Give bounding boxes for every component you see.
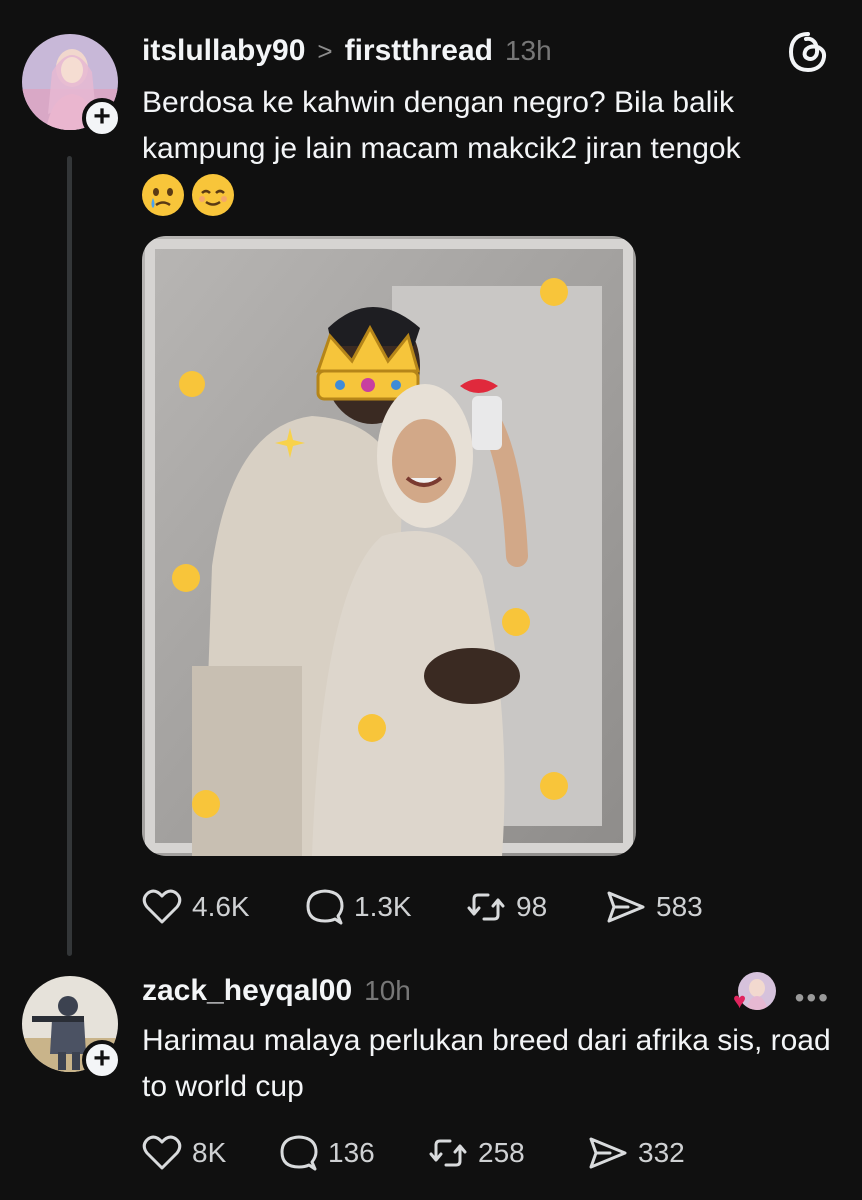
post-header: zack_heyqal00 10h <box>142 974 411 1008</box>
crying-face-emoji-icon <box>142 174 184 216</box>
share-button[interactable]: 583 <box>606 889 703 925</box>
repost-button[interactable]: 258 <box>428 1135 588 1171</box>
post-timestamp: 13h <box>504 35 552 66</box>
like-count: 8K <box>192 1137 227 1168</box>
reply-count: 136 <box>328 1137 375 1168</box>
reply-button[interactable]: 1.3K <box>306 888 466 926</box>
post-actions: 4.6K 1.3K 98 583 <box>142 888 703 926</box>
heart-icon <box>142 889 182 924</box>
chevron-right-icon: > <box>317 36 333 66</box>
reply-button[interactable]: 136 <box>280 1134 428 1172</box>
follow-plus-icon[interactable]: + <box>82 98 122 138</box>
author-avatar-wrap[interactable]: + <box>22 976 122 1080</box>
liked-by-author-heart-icon: ♥ <box>732 988 746 1013</box>
comment-icon <box>306 889 344 925</box>
more-icon[interactable]: ••• <box>795 982 830 1014</box>
like-count: 4.6K <box>192 891 250 922</box>
reply-post: + zack_heyqal00 10h ♥ ••• Harimau malaya… <box>0 960 862 1200</box>
post-actions: 8K 136 258 332 <box>142 1134 685 1172</box>
like-button[interactable]: 4.6K <box>142 889 306 925</box>
heart-icon <box>142 1135 182 1170</box>
thread-name[interactable]: firstthread <box>345 34 493 68</box>
author-avatar-wrap[interactable]: + <box>22 34 122 138</box>
comment-icon <box>280 1135 318 1171</box>
thread-post: + itslullaby90 > firstthread 13h Berdosa… <box>0 0 862 960</box>
relieved-face-emoji-icon <box>192 174 234 216</box>
thread-connector-line <box>67 156 72 956</box>
threads-logo-icon[interactable] <box>786 30 830 74</box>
post-text: Berdosa ke kahwin dengan negro? Bila bal… <box>142 86 741 165</box>
follow-plus-icon[interactable]: + <box>82 1040 122 1080</box>
post-timestamp: 10h <box>364 975 411 1006</box>
share-count: 332 <box>638 1137 685 1168</box>
username[interactable]: zack_heyqal00 <box>142 974 352 1008</box>
share-icon <box>589 1137 627 1169</box>
share-button[interactable]: 332 <box>588 1135 685 1171</box>
repost-button[interactable]: 98 <box>466 889 606 925</box>
emoji-row <box>142 174 234 216</box>
post-header: itslullaby90 > firstthread 13h <box>142 34 552 68</box>
post-photo[interactable] <box>142 236 636 856</box>
share-icon <box>607 891 645 923</box>
repost-count: 98 <box>516 891 548 922</box>
repost-icon <box>467 893 505 921</box>
username[interactable]: itslullaby90 <box>142 34 305 68</box>
like-button[interactable]: 8K <box>142 1135 280 1171</box>
reply-count: 1.3K <box>354 891 412 922</box>
post-text: Harimau malaya perlukan breed dari afrik… <box>142 1024 831 1103</box>
share-count: 583 <box>656 891 703 922</box>
repost-count: 258 <box>478 1137 525 1168</box>
repost-icon <box>429 1139 467 1167</box>
